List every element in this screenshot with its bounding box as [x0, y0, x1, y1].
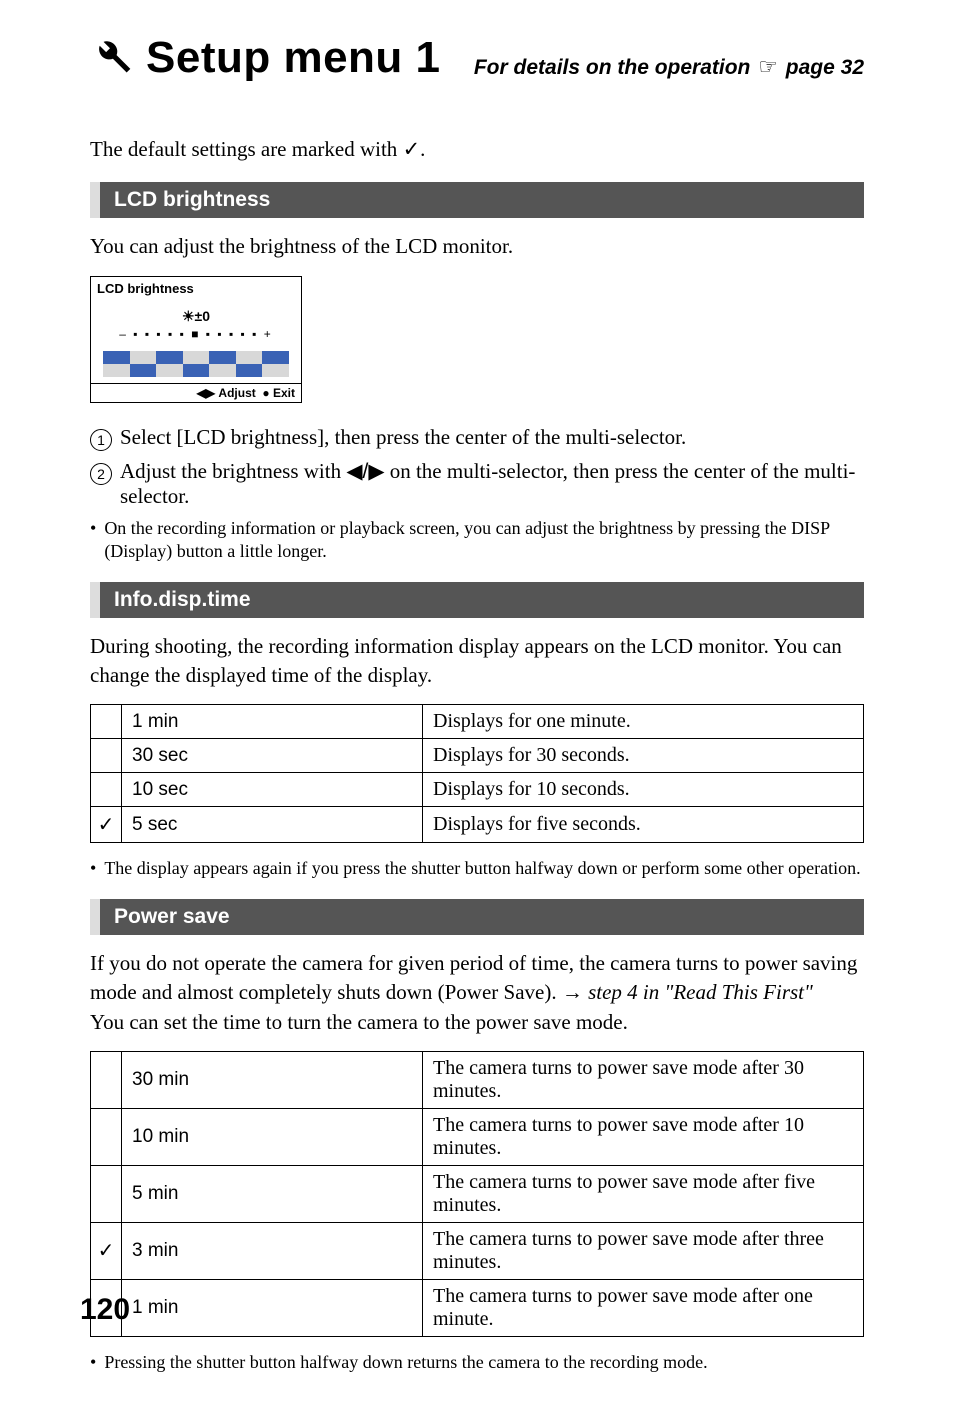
option-cell: 10 sec	[122, 773, 423, 807]
bullet-text: On the recording information or playback…	[104, 517, 864, 564]
step-2: 2 Adjust the brightness with ◀/▶ on the …	[90, 459, 864, 509]
bullet-icon: •	[90, 1351, 96, 1374]
lcd-slider: – ▪ ▪ ▪ ▪ ▪ ■ ▪ ▪ ▪ ▪ ▪ +	[91, 327, 301, 349]
bullet-text: Pressing the shutter button halfway down…	[104, 1351, 707, 1374]
option-cell: 30 min	[122, 1051, 423, 1108]
table-row: ✓5 secDisplays for five seconds.	[91, 807, 864, 843]
desc-cell: The camera turns to power save mode afte…	[423, 1165, 864, 1222]
details-ref: For details on the operation ☞ page 32	[474, 54, 864, 80]
power-save-table: 30 minThe camera turns to power save mod…	[90, 1051, 864, 1337]
desc-cell: Displays for one minute.	[423, 705, 864, 739]
section-heading-info: Info.disp.time	[90, 582, 864, 618]
desc-cell: The camera turns to power save mode afte…	[423, 1279, 864, 1336]
circled-1-icon: 1	[90, 429, 112, 451]
check-cell	[91, 1051, 122, 1108]
check-cell	[91, 705, 122, 739]
pointer-icon: ☞	[758, 54, 778, 79]
lcd-title: LCD brightness	[91, 277, 301, 300]
option-cell: 10 min	[122, 1108, 423, 1165]
table-row: 1 minThe camera turns to power save mode…	[91, 1279, 864, 1336]
step-1: 1 Select [LCD brightness], then press th…	[90, 425, 864, 451]
desc-cell: Displays for five seconds.	[423, 807, 864, 843]
lcd-preview: LCD brightness ☀±0 – ▪ ▪ ▪ ▪ ▪ ■ ▪ ▪ ▪ ▪…	[90, 276, 302, 403]
pattern-row	[103, 364, 289, 377]
option-cell: 3 min	[122, 1222, 423, 1279]
table-row: ✓3 minThe camera turns to power save mod…	[91, 1222, 864, 1279]
info-disp-table: 1 minDisplays for one minute. 30 secDisp…	[90, 704, 864, 843]
check-cell	[91, 1108, 122, 1165]
table-row: 10 secDisplays for 10 seconds.	[91, 773, 864, 807]
section-heading-power: Power save	[90, 899, 864, 935]
page-title: Setup menu 1	[146, 33, 441, 83]
section3-text: If you do not operate the camera for giv…	[90, 949, 864, 1037]
section1-bullet: • On the recording information or playba…	[90, 517, 864, 564]
bullet-icon: •	[90, 857, 96, 880]
wrench-icon	[90, 34, 134, 89]
section2-text: During shooting, the recording informati…	[90, 632, 864, 691]
intro-text: The default settings are marked with ✓.	[90, 135, 864, 164]
table-row: 1 minDisplays for one minute.	[91, 705, 864, 739]
circled-2-icon: 2	[90, 463, 112, 485]
bullet-text: The display appears again if you press t…	[104, 857, 860, 880]
details-suffix: page 32	[780, 56, 864, 79]
option-cell: 5 min	[122, 1165, 423, 1222]
lcd-value: ☀±0	[91, 300, 301, 327]
section-heading-lcd: LCD brightness	[90, 182, 864, 218]
bullet-icon: •	[90, 517, 96, 564]
details-prefix: For details on the operation	[474, 56, 756, 79]
option-cell: 30 sec	[122, 739, 423, 773]
check-cell	[91, 1165, 122, 1222]
check-cell	[91, 739, 122, 773]
desc-cell: The camera turns to power save mode afte…	[423, 1108, 864, 1165]
table-row: 5 minThe camera turns to power save mode…	[91, 1165, 864, 1222]
section3-bullet: • Pressing the shutter button halfway do…	[90, 1351, 864, 1374]
table-row: 30 secDisplays for 30 seconds.	[91, 739, 864, 773]
table-row: 30 minThe camera turns to power save mod…	[91, 1051, 864, 1108]
step2-text: Adjust the brightness with ◀/▶ on the mu…	[120, 459, 864, 509]
desc-cell: The camera turns to power save mode afte…	[423, 1051, 864, 1108]
lcd-controls: ◀▶ Adjust ● Exit	[91, 383, 301, 402]
step1-text: Select [LCD brightness], then press the …	[120, 425, 686, 450]
desc-cell: Displays for 10 seconds.	[423, 773, 864, 807]
desc-cell: Displays for 30 seconds.	[423, 739, 864, 773]
check-cell: ✓	[91, 1222, 122, 1279]
check-icon: ✓	[403, 138, 421, 161]
desc-cell: The camera turns to power save mode afte…	[423, 1222, 864, 1279]
option-cell: 1 min	[122, 1279, 423, 1336]
pattern-row	[103, 351, 289, 364]
option-cell: 1 min	[122, 705, 423, 739]
table-row: 10 minThe camera turns to power save mod…	[91, 1108, 864, 1165]
check-cell	[91, 773, 122, 807]
section2-bullet: • The display appears again if you press…	[90, 857, 864, 880]
section1-text: You can adjust the brightness of the LCD…	[90, 232, 864, 261]
option-cell: 5 sec	[122, 807, 423, 843]
intro-span: The default settings are marked with	[90, 137, 403, 161]
page-number: 120	[80, 1293, 130, 1327]
check-cell: ✓	[91, 807, 122, 843]
page-header: Setup menu 1 For details on the operatio…	[90, 30, 864, 85]
